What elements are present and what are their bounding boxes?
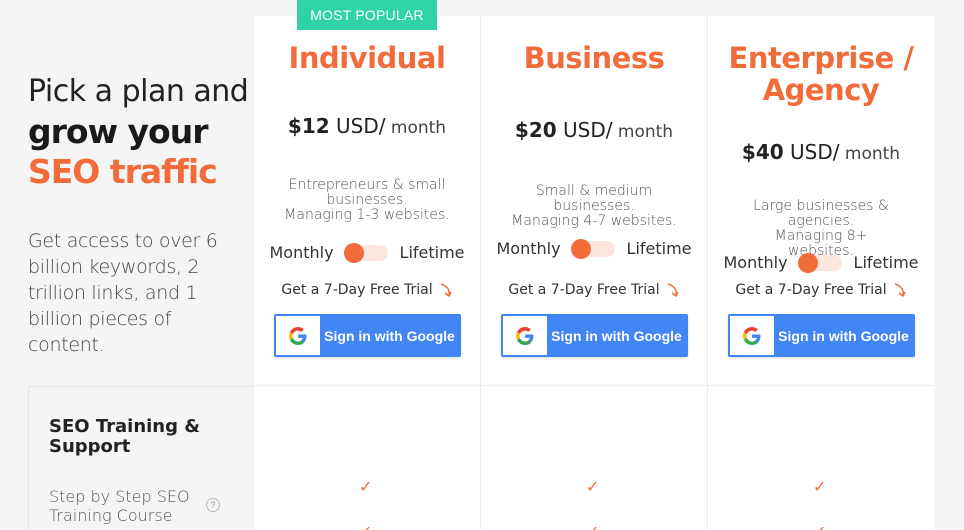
price-currency: USD/: [329, 114, 386, 138]
plan-audience: Large businesses & agencies.: [753, 198, 889, 229]
plan-business: Business $20 USD/ month Small & medium b…: [480, 16, 707, 530]
free-trial-link[interactable]: Get a 7-Day Free Trial: [254, 282, 480, 298]
help-icon[interactable]: ?: [206, 498, 220, 512]
google-signin-label: Sign in with Google: [778, 327, 909, 344]
plan-audience: Small & medium businesses.: [535, 183, 653, 214]
headline-line-3: SEO traffic: [28, 152, 218, 191]
price-amount: $40: [741, 140, 784, 164]
plan-enterprise: Enterprise / Agency $40 USD/ month Large…: [707, 16, 934, 530]
intro-section: Pick a plan and grow your SEO traffic Ge…: [28, 72, 253, 358]
billing-toggle-row: Monthly Lifetime: [254, 242, 480, 263]
google-signin-label: Sign in with Google: [551, 327, 682, 344]
free-trial-text: Get a 7-Day Free Trial: [735, 282, 887, 298]
plan-subtitle: Entrepreneurs & small businesses. Managi…: [284, 178, 450, 223]
check-icon: ✓: [359, 479, 373, 496]
headline: Pick a plan and grow your SEO traffic: [28, 72, 253, 192]
toggle-knob: [570, 238, 591, 259]
plan-price: $40 USD/ month: [708, 140, 934, 164]
plan-subtitle: Large businesses & agencies. Managing 8+…: [748, 199, 894, 259]
curved-arrow-icon: [440, 283, 452, 298]
intro-description: Get access to over 6 billion keywords, 2…: [28, 230, 218, 356]
plan-name: Business: [523, 41, 665, 75]
toggle-lifetime-label: Lifetime: [853, 253, 919, 272]
google-icon: [730, 316, 774, 355]
plan-price: $20 USD/ month: [481, 118, 707, 142]
curved-arrow-icon: [894, 283, 906, 298]
toggle-monthly-label: Monthly: [723, 253, 788, 272]
google-icon: [276, 316, 320, 355]
google-icon: [503, 316, 547, 355]
billing-toggle[interactable]: [570, 238, 615, 259]
check-icon: ✓: [359, 522, 372, 530]
check-icon: ✓: [586, 522, 599, 530]
plan-subtitle: Small & medium businesses. Managing 4-7 …: [495, 184, 693, 229]
google-signin-label: Sign in with Google: [324, 327, 455, 344]
price-amount: $20: [514, 118, 557, 142]
toggle-monthly-label: Monthly: [496, 239, 561, 258]
google-signin-button[interactable]: Sign in with Google: [274, 314, 461, 357]
features-panel: SEO Training & Support Step by Step SEO …: [28, 386, 254, 530]
plan-individual: MOST POPULAR Individual $12 USD/ month E…: [254, 0, 480, 530]
free-trial-link[interactable]: Get a 7-Day Free Trial: [481, 282, 707, 298]
price-currency: USD/: [783, 140, 840, 164]
billing-toggle[interactable]: [797, 252, 842, 273]
toggle-monthly-label: Monthly: [269, 243, 334, 262]
plan-audience: Entrepreneurs & small businesses.: [288, 177, 446, 208]
plan-name: Individual: [288, 41, 446, 75]
billing-toggle-row: Monthly Lifetime: [708, 252, 934, 273]
features-section-title: SEO Training & Support: [49, 416, 200, 457]
curved-arrow-icon: [667, 283, 679, 298]
plan-name: Enterprise / Agency: [728, 41, 914, 107]
billing-toggle[interactable]: [343, 242, 388, 263]
price-period: month: [385, 118, 447, 138]
plan-websites: Managing 4-7 websites.: [511, 213, 677, 229]
check-icon: ✓: [813, 522, 826, 530]
google-signin-button[interactable]: Sign in with Google: [501, 314, 688, 357]
feature-label: Step by Step SEO Training Course: [49, 487, 190, 525]
price-period: month: [612, 122, 674, 142]
toggle-knob: [343, 242, 364, 263]
plan-websites: Managing 1-3 websites.: [284, 207, 450, 223]
price-amount: $12: [287, 114, 330, 138]
google-signin-button[interactable]: Sign in with Google: [728, 314, 915, 357]
price-period: month: [839, 144, 901, 164]
price-currency: USD/: [556, 118, 613, 142]
plan-price: $12 USD/ month: [254, 114, 480, 138]
check-icon: ✓: [813, 479, 827, 496]
headline-line-1: Pick a plan and: [28, 74, 249, 109]
toggle-knob: [797, 252, 818, 273]
free-trial-text: Get a 7-Day Free Trial: [281, 282, 433, 298]
most-popular-badge: MOST POPULAR: [297, 0, 437, 30]
free-trial-link[interactable]: Get a 7-Day Free Trial: [708, 282, 934, 298]
billing-toggle-row: Monthly Lifetime: [481, 238, 707, 259]
check-icon: ✓: [586, 479, 600, 496]
toggle-lifetime-label: Lifetime: [626, 239, 692, 258]
headline-line-2: grow your: [28, 112, 209, 151]
toggle-lifetime-label: Lifetime: [399, 243, 465, 262]
free-trial-text: Get a 7-Day Free Trial: [508, 282, 660, 298]
pricing-table: MOST POPULAR Individual $12 USD/ month E…: [254, 0, 934, 530]
